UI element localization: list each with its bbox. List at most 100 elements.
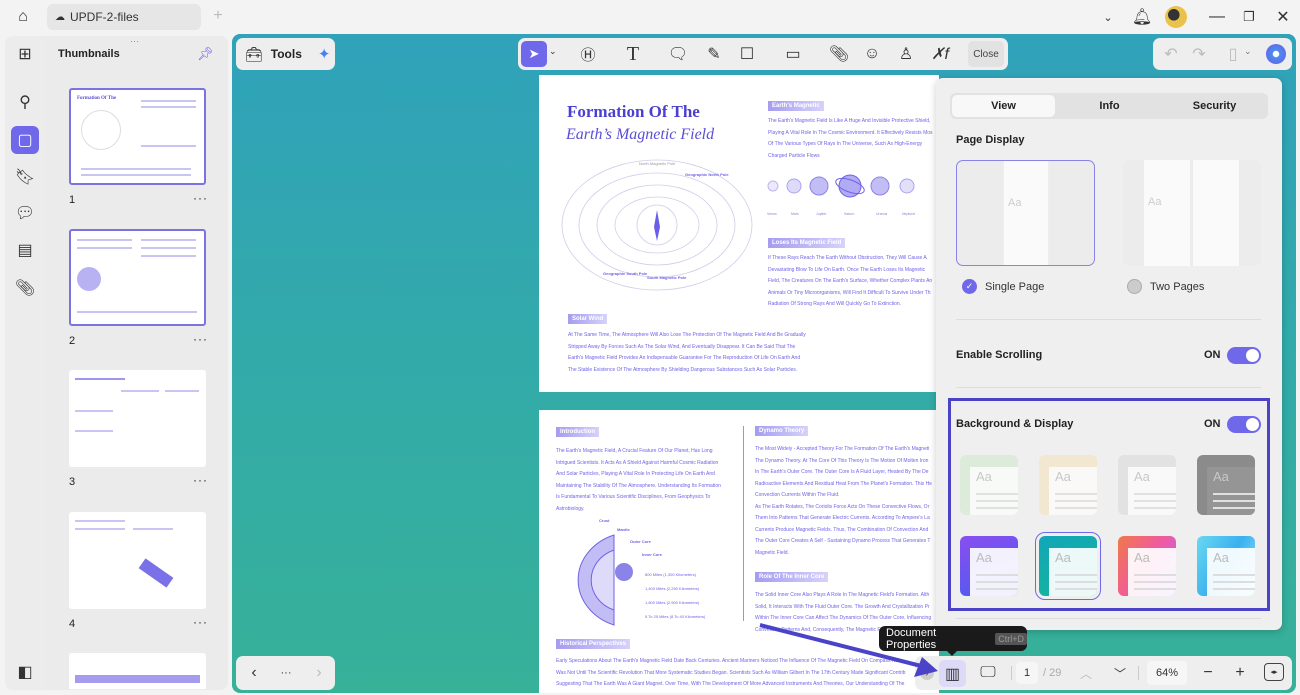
zoom-in-icon[interactable]: +: [1229, 662, 1251, 684]
document-properties-icon[interactable]: ▥: [939, 660, 966, 687]
swatch-sunset-gradient[interactable]: Aa: [1118, 536, 1176, 596]
toolbox-icon: 🧰︎: [245, 45, 263, 62]
tooltip-shortcut: Ctrl+D: [995, 632, 1027, 645]
tooltip-pointer: [947, 651, 957, 661]
comment-tool-icon[interactable]: 🗨︎: [668, 44, 688, 64]
new-tab-button[interactable]: +: [208, 6, 228, 26]
close-toolbar-button[interactable]: Close: [968, 41, 1004, 67]
pencil-tool-icon[interactable]: ✎: [704, 44, 724, 64]
redo-icon[interactable]: ↷: [1189, 44, 1209, 64]
background-display-toggle[interactable]: [1227, 416, 1261, 433]
thumbnail-page-3[interactable]: [69, 370, 206, 467]
select-tool-icon[interactable]: ➤: [521, 41, 547, 67]
form-icon[interactable]: ▤: [11, 236, 39, 264]
tab-security[interactable]: Security: [1163, 95, 1266, 117]
ai-assistant-icon[interactable]: [1266, 44, 1286, 64]
depth-label: 5 To 25 Miles (8 To 40 Kilometers): [645, 614, 706, 619]
scrolling-state: ON: [1204, 349, 1221, 361]
pin-icon[interactable]: 📌︎: [197, 46, 214, 62]
chevron-left-icon[interactable]: ‹: [244, 663, 264, 683]
diagram-label: South Magnetic Pole: [647, 275, 687, 280]
two-pages-radio[interactable]: [1127, 279, 1142, 294]
fit-width-icon[interactable]: ◂▸: [1264, 663, 1284, 681]
tools-button[interactable]: 🧰︎ Tools ✦: [236, 38, 335, 70]
ai-sparkle-icon[interactable]: ✦: [318, 45, 331, 63]
single-page-option[interactable]: Aa: [956, 160, 1095, 266]
two-pages-option[interactable]: Aa: [1123, 160, 1261, 266]
more-button[interactable]: ···: [276, 663, 296, 683]
comment-icon[interactable]: 💬︎: [11, 199, 39, 227]
thumbnail-more-button[interactable]: ···: [193, 473, 208, 487]
page-number-input[interactable]: 1: [1016, 662, 1038, 684]
collapse-icon[interactable]: ›: [920, 666, 934, 680]
thumbnail-more-button[interactable]: ···: [193, 191, 208, 205]
avatar[interactable]: [1165, 6, 1187, 28]
chevron-down-icon[interactable]: ⌄: [1244, 46, 1252, 57]
diagram-label: North Magnetic Pole: [639, 161, 676, 166]
presentation-icon[interactable]: 🖵︎: [977, 662, 999, 684]
earth-layers-diagram: [577, 534, 633, 626]
search-icon[interactable]: ⚲: [11, 88, 39, 116]
swatch-purple-gradient[interactable]: Aa: [960, 536, 1018, 596]
next-page-icon[interactable]: ﹀: [1109, 662, 1131, 684]
thumbnails-title: Thumbnails: [58, 48, 120, 60]
tab-view[interactable]: View: [952, 95, 1055, 117]
sticker-tool-icon[interactable]: ☺: [862, 44, 882, 64]
theme-icon[interactable]: ◧: [11, 658, 39, 686]
undo-icon[interactable]: ↶: [1161, 44, 1181, 64]
grid-icon[interactable]: ⊞: [11, 40, 39, 68]
bookmark-icon[interactable]: 🔖︎: [11, 163, 39, 191]
bell-icon[interactable]: 🔔︎: [1131, 6, 1153, 28]
column-divider: [743, 426, 744, 621]
restore-icon[interactable]: ❐: [1238, 6, 1260, 28]
measure-tool-icon[interactable]: ▭: [782, 44, 804, 64]
diagram-label: Geographic South Pole: [603, 271, 648, 276]
chevron-down-icon[interactable]: ⌄: [1098, 6, 1118, 28]
chevron-down-icon[interactable]: ⌄: [549, 46, 557, 57]
rectangle-tool-icon[interactable]: ☐: [737, 44, 757, 64]
thumbnail-more-button[interactable]: ···: [193, 615, 208, 629]
text-tool-icon[interactable]: T: [622, 43, 644, 65]
zoom-level[interactable]: 64%: [1147, 661, 1187, 685]
swatch-beige[interactable]: Aa: [1039, 455, 1097, 515]
swatch-teal-gradient[interactable]: Aa: [1035, 532, 1101, 600]
swatch-green[interactable]: Aa: [960, 455, 1018, 515]
thumbnail-page-5[interactable]: [69, 653, 206, 689]
page-number: 2: [69, 335, 76, 347]
depth-label: 800 Miles (1,300 Kilometers): [645, 572, 696, 577]
thumbnail-more-button[interactable]: ···: [193, 332, 208, 346]
edit-toolbar: ➤ ⌄ Ⓗ T 🗨︎ ✎ ☐ ▭ 📎︎ ☺ ♙ ✗f Close: [518, 38, 1008, 70]
swatch-light-gray[interactable]: Aa: [1118, 455, 1176, 515]
thumbnail-page-2[interactable]: [69, 229, 206, 326]
save-icon[interactable]: ▯: [1223, 44, 1243, 64]
page-subtitle: Earth’s Magnetic Field: [566, 126, 715, 143]
attach-tool-icon[interactable]: 📎︎: [829, 44, 849, 64]
previous-page-icon[interactable]: ︿: [1075, 662, 1097, 684]
swatch-dark-gray[interactable]: Aa: [1197, 455, 1255, 515]
thumbnails-icon[interactable]: ▢: [11, 126, 39, 154]
swatch-sky-gradient[interactable]: Aa: [1197, 536, 1255, 596]
minimize-icon[interactable]: —: [1206, 6, 1228, 28]
thumbnail-page-1[interactable]: Formation Of The: [69, 88, 206, 185]
thumbnail-page-4[interactable]: [69, 512, 206, 609]
page-title: Formation Of The: [567, 102, 700, 121]
divider: [956, 387, 1261, 388]
signature-tool-icon[interactable]: ✗f: [928, 44, 952, 64]
tab-info[interactable]: Info: [1058, 95, 1161, 117]
stamp-tool-icon[interactable]: ♙: [896, 44, 916, 64]
enable-scrolling-toggle[interactable]: [1227, 347, 1261, 364]
single-page-radio[interactable]: ✓: [962, 279, 977, 294]
home-icon[interactable]: ⌂: [12, 6, 34, 28]
close-icon[interactable]: ✕: [1272, 6, 1294, 28]
document-tab[interactable]: ☁ UPDF-2-files: [47, 4, 201, 30]
depth-label: 1,800 Miles (2,900 Kilometers): [645, 600, 700, 605]
section-text: The Earth's Magnetic Field Is Like A Hug…: [768, 118, 933, 159]
swatch-sample-text: Aa: [1134, 469, 1150, 484]
left-rail: ⊞ ⚲ ▢ 🔖︎ 💬︎ ▤ 📎︎ ◧: [5, 36, 45, 690]
satellite-image: [138, 558, 174, 588]
attachment-icon[interactable]: 📎︎: [11, 274, 39, 302]
resize-handle[interactable]: ···: [130, 36, 139, 46]
chevron-right-icon[interactable]: ›: [309, 663, 329, 683]
zoom-out-icon[interactable]: −: [1197, 662, 1219, 684]
highlight-tool-icon[interactable]: Ⓗ: [578, 44, 598, 64]
